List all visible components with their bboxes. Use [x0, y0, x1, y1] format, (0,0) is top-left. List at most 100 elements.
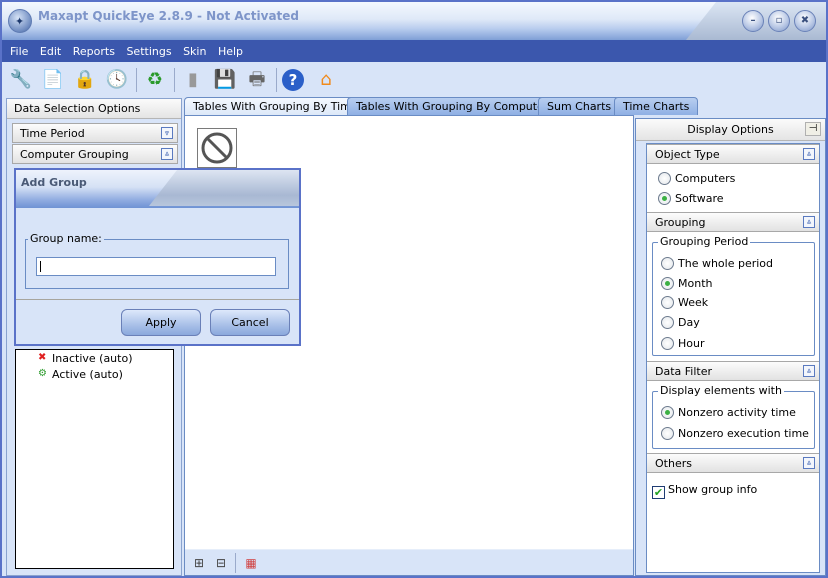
save-icon[interactable]: 💾 [212, 67, 238, 93]
menu-file[interactable]: File [6, 40, 32, 58]
radio-button[interactable] [661, 427, 674, 440]
radio-week[interactable]: Week [661, 296, 708, 309]
tab-sum-charts[interactable]: Sum Charts [538, 97, 621, 115]
group-name-fieldset: Group name: [25, 232, 289, 289]
chevron-up-icon[interactable]: ⩓ [803, 216, 815, 228]
add-group-dialog: Add Group Group name: Apply Cancel [14, 168, 301, 346]
radio-button[interactable] [661, 406, 674, 419]
radio-whole-period[interactable]: The whole period [661, 257, 773, 270]
chevron-up-icon[interactable]: ⩓ [803, 148, 815, 160]
menu-reports[interactable]: Reports [69, 40, 119, 58]
menu-edit[interactable]: Edit [36, 40, 65, 58]
group-tree[interactable]: ✖ Inactive (auto) ⚙ Active (auto) [15, 349, 174, 569]
section-object-type[interactable]: Object Type ⩓ [647, 144, 819, 164]
radio-label: Computers [675, 172, 736, 185]
group-name-input[interactable] [36, 257, 276, 276]
apply-button[interactable]: Apply [121, 309, 201, 336]
radio-month[interactable]: Month [661, 277, 712, 290]
menu-bar: File Edit Reports Settings Skin Help [2, 40, 826, 62]
copy-icon[interactable]: ▮ [180, 67, 206, 93]
radio-label: Hour [678, 337, 705, 350]
menu-skin[interactable]: Skin [179, 40, 210, 58]
maximize-button[interactable]: ▫ [768, 10, 790, 32]
tab-grouping-by-computers[interactable]: Tables With Grouping By Computers [347, 97, 564, 115]
toolbar-separator [235, 553, 236, 573]
radio-label: Nonzero activity time [678, 406, 796, 419]
radio-label: Week [678, 296, 709, 309]
chevron-up-icon[interactable]: ⩓ [803, 457, 815, 469]
toolbar-separator [276, 68, 277, 92]
section-computer-grouping[interactable]: Computer Grouping ⩓ [12, 144, 178, 164]
active-group-icon: ⚙ [38, 368, 47, 379]
tools-icon[interactable]: 🔧 [8, 67, 34, 93]
tab-grouping-by-time[interactable]: Tables With Grouping By Time [184, 97, 367, 116]
chevron-up-icon[interactable]: ⩓ [803, 365, 815, 377]
menu-settings[interactable]: Settings [122, 40, 175, 58]
radio-label: Software [675, 192, 724, 205]
section-data-filter[interactable]: Data Filter ⩓ [647, 361, 819, 381]
tab-time-charts[interactable]: Time Charts [614, 97, 699, 115]
tree-item-label: Active (auto) [52, 368, 123, 381]
chevron-down-icon[interactable]: ⩔ [161, 127, 173, 139]
home-icon[interactable]: ⌂ [313, 67, 339, 93]
panel-title: Data Selection Options [7, 99, 181, 119]
pin-icon[interactable]: ⊣ [805, 122, 821, 136]
radio-button[interactable] [661, 257, 674, 270]
tree-item-inactive[interactable]: ✖ Inactive (auto) [38, 352, 133, 365]
radio-label: Day [678, 316, 700, 329]
document-list-icon[interactable]: 📄 [40, 67, 66, 93]
expand-all-icon[interactable]: ⊞ [191, 555, 207, 571]
radio-hour[interactable]: Hour [661, 337, 705, 350]
radio-button[interactable] [661, 296, 674, 309]
radio-button[interactable] [658, 192, 671, 205]
schedule-icon[interactable]: 🕓 [104, 67, 130, 93]
dialog-title-decoration [149, 170, 299, 206]
bottom-toolbar: ⊞ ⊟ ▦ [185, 549, 633, 575]
app-icon[interactable]: ✦ [8, 9, 32, 33]
section-label: Object Type [655, 148, 720, 161]
checkbox-show-group-info[interactable]: ✔ Show group info [652, 483, 757, 499]
tree-item-active[interactable]: ⚙ Active (auto) [38, 368, 123, 381]
menu-help[interactable]: Help [214, 40, 247, 58]
section-others[interactable]: Others ⩓ [647, 453, 819, 473]
minimize-button[interactable]: – [742, 10, 764, 32]
grouping-period-group: Grouping Period The whole period Month W… [652, 235, 815, 356]
main-window: ✦ Maxapt QuickEye 2.8.9 - Not Activated … [0, 0, 828, 578]
display-options-panel: Display Options ⊣ Object Type ⩓ Computer… [635, 118, 826, 576]
refresh-icon[interactable]: ♻ [142, 67, 168, 93]
section-grouping[interactable]: Grouping ⩓ [647, 212, 819, 232]
collapse-all-icon[interactable]: ⊟ [213, 555, 229, 571]
no-data-icon [197, 128, 237, 168]
radio-button[interactable] [658, 172, 671, 185]
checkbox-label: Show group info [668, 483, 758, 496]
display-options-body: Object Type ⩓ Computers Software Groupin… [646, 143, 820, 573]
window-title: Maxapt QuickEye 2.8.9 - Not Activated [38, 9, 300, 23]
checkmark-icon[interactable]: ✔ [652, 486, 665, 499]
toolbar: 🔧 📄 🔒 🕓 ♻ ▮ 💾 🖶 ? ⌂ [2, 62, 826, 96]
radio-day[interactable]: Day [661, 316, 700, 329]
radio-label: Month [678, 277, 713, 290]
radio-button[interactable] [661, 337, 674, 350]
table-columns-icon[interactable]: ▦ [243, 555, 259, 571]
dialog-title-bar[interactable]: Add Group [16, 170, 299, 208]
section-time-period[interactable]: Time Period ⩔ [12, 123, 178, 143]
radio-nonzero-activity[interactable]: Nonzero activity time [661, 406, 796, 419]
chevron-up-icon[interactable]: ⩓ [161, 148, 173, 160]
radio-software[interactable]: Software [658, 192, 724, 205]
inactive-group-icon: ✖ [38, 352, 47, 363]
panel-title-text: Display Options [687, 123, 774, 136]
lock-icon[interactable]: 🔒 [72, 67, 98, 93]
section-label: Grouping [655, 216, 706, 229]
dialog-separator [16, 299, 299, 300]
help-icon[interactable]: ? [282, 69, 304, 91]
radio-computers[interactable]: Computers [658, 172, 735, 185]
title-bar[interactable]: ✦ Maxapt QuickEye 2.8.9 - Not Activated … [2, 2, 826, 40]
radio-nonzero-execution[interactable]: Nonzero execution time [661, 427, 809, 440]
radio-button[interactable] [661, 277, 674, 290]
cancel-button[interactable]: Cancel [210, 309, 290, 336]
print-icon[interactable]: 🖶 [244, 67, 270, 93]
radio-button[interactable] [661, 316, 674, 329]
dialog-title: Add Group [21, 176, 87, 189]
close-button[interactable]: ✖ [794, 10, 816, 32]
tree-item-label: Inactive (auto) [52, 352, 133, 365]
